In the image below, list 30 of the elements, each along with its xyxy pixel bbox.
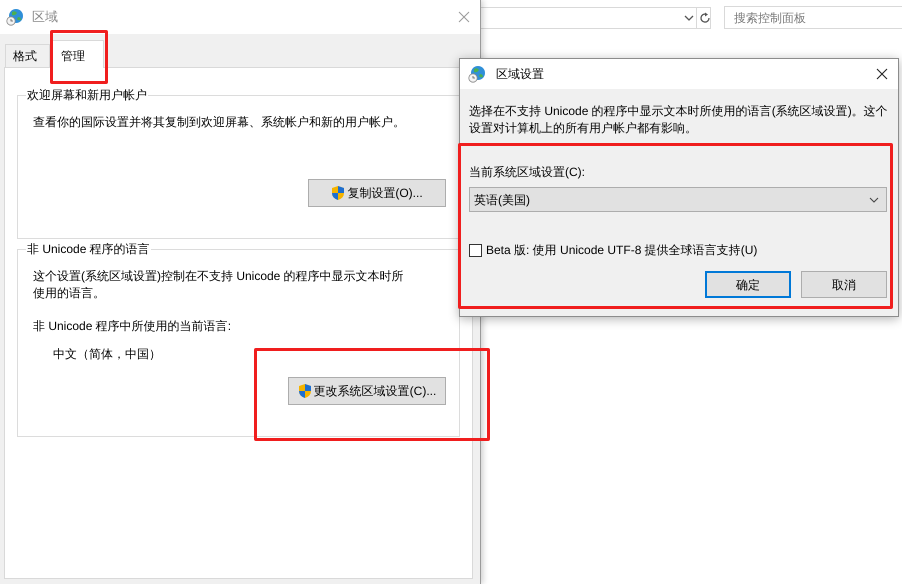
tab[interactable]: 管理: [50, 40, 104, 68]
highlight-frame: [50, 30, 108, 84]
window-title: 区域: [32, 8, 58, 26]
settings-button[interactable]: 更改系统区域设置(C)...: [288, 377, 446, 405]
shield-icon: [298, 383, 312, 399]
address-field[interactable]: [480, 7, 711, 29]
locale-dropdown[interactable]: 英语(美国): [469, 187, 887, 212]
dialog-button[interactable]: 确定: [705, 271, 791, 298]
checkbox[interactable]: [469, 244, 482, 256]
close-icon[interactable]: [876, 68, 888, 80]
globe-icon: [6, 8, 24, 26]
utf8-checkbox[interactable]: Beta 版: 使用 Unicode UTF-8 提供全球语言支持(U): [469, 241, 889, 259]
window-title: 区域设置: [496, 66, 544, 83]
globe-icon: [468, 65, 486, 83]
group-title: 非 Unicode 程序的语言: [26, 241, 151, 257]
description-text: 这个设置(系统区域设置)控制在不支持 Unicode 的程序中显示文本时所使用的语言。: [33, 268, 405, 302]
search-field[interactable]: 搜索控制面板: [724, 6, 902, 29]
description-text: 非 Unicode 程序中所使用的当前语言:: [33, 318, 232, 335]
description-text: 选择在不支持 Unicode 的程序中显示文本时所使用的语言(系统区域设置)。这个设置对计算机上的所有用户帐户都有影响。: [469, 103, 889, 137]
group-title: 欢迎屏幕和新用户帐户: [26, 87, 148, 103]
tab[interactable]: 格式: [5, 44, 50, 67]
dialog-button[interactable]: 取消: [801, 271, 887, 298]
shield-icon: [331, 185, 346, 201]
refresh-icon[interactable]: [696, 7, 712, 29]
chevron-icon[interactable]: [684, 13, 694, 23]
description-text: 查看你的国际设置并将其复制到欢迎屏幕、系统帐户和新的用户帐户。: [33, 114, 406, 131]
current-language: 中文（简体，中国）: [53, 346, 162, 363]
field-label: 当前系统区域设置(C):: [469, 164, 586, 181]
settings-button[interactable]: 复制设置(O)...: [308, 179, 446, 207]
chevron-icon: [869, 194, 879, 204]
